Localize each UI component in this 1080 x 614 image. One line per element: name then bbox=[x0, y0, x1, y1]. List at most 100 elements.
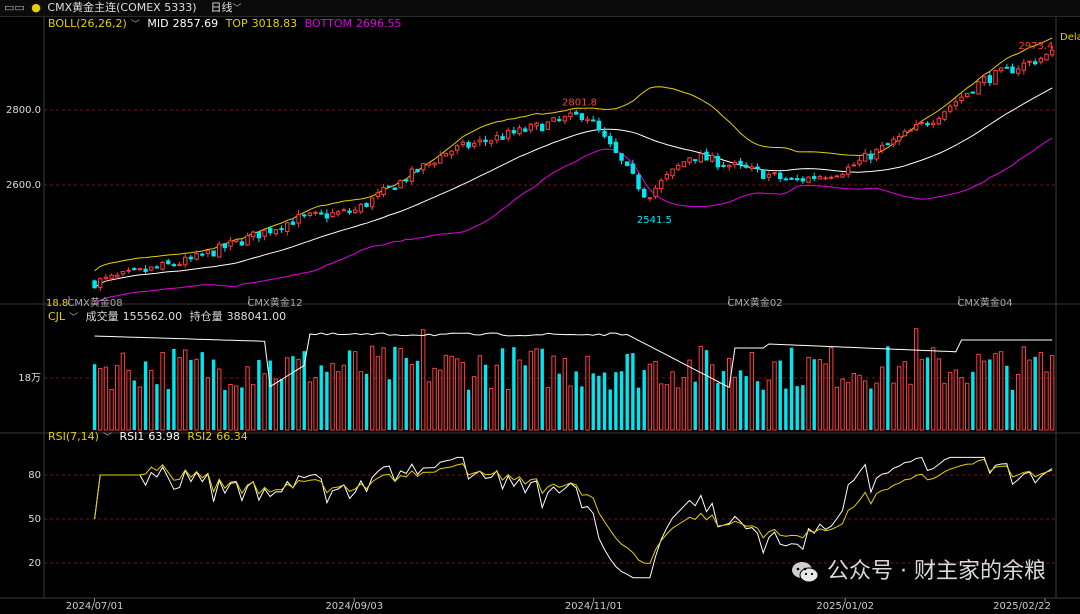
candle-body bbox=[987, 75, 993, 84]
chevron-down-icon[interactable]: ﹀ bbox=[131, 20, 140, 30]
candle bbox=[545, 121, 551, 131]
candle bbox=[681, 161, 687, 168]
candle-body bbox=[976, 81, 981, 95]
volume-bar bbox=[806, 356, 811, 431]
volume-bar bbox=[364, 373, 369, 430]
candle-body bbox=[443, 152, 449, 157]
candle bbox=[1021, 58, 1027, 75]
volume-header: CJL ﹀ 成交量 155562.00 持仓量 388041.00 bbox=[48, 310, 290, 324]
candle-body bbox=[981, 76, 987, 84]
volume-bar bbox=[789, 347, 794, 430]
volume-bar bbox=[313, 377, 318, 431]
candle-body bbox=[234, 239, 239, 243]
chevron-down-icon[interactable]: ﹀ bbox=[103, 433, 112, 443]
candle-body bbox=[930, 122, 936, 126]
period-selector[interactable]: 日线 bbox=[211, 1, 233, 14]
candle-body bbox=[970, 91, 976, 94]
volume-bar bbox=[959, 377, 964, 431]
candle bbox=[302, 213, 307, 219]
candle bbox=[245, 232, 250, 247]
volume-bar bbox=[545, 387, 551, 431]
candle-body bbox=[721, 165, 726, 168]
top-value: 3018.83 bbox=[251, 17, 298, 30]
date-label: 2025/01/02 bbox=[816, 601, 874, 612]
date-label: 2024/07/01 bbox=[66, 601, 124, 612]
volume-bar bbox=[947, 372, 953, 431]
bottom-label: BOTTOM bbox=[304, 17, 352, 30]
volume-bar bbox=[1049, 354, 1055, 431]
volume-bar bbox=[574, 371, 578, 430]
candle bbox=[726, 164, 732, 171]
volume-bar bbox=[761, 389, 765, 430]
candle-body bbox=[449, 150, 454, 156]
candle-body bbox=[664, 174, 670, 180]
candle-body bbox=[251, 231, 256, 238]
volume-bar bbox=[426, 381, 432, 431]
volume-bar bbox=[341, 364, 347, 431]
volume-bar bbox=[817, 358, 823, 431]
volume-bar bbox=[1005, 365, 1009, 430]
rsi-header: RSI(7,14) ﹀ RSI1 63.98 RSI2 66.34 bbox=[48, 430, 252, 444]
candle bbox=[432, 161, 437, 168]
volume-bar bbox=[160, 352, 165, 431]
volume-bar bbox=[642, 370, 646, 430]
volume-bar bbox=[387, 379, 391, 430]
candle-body bbox=[120, 271, 126, 275]
volume-bar bbox=[602, 372, 607, 430]
candle bbox=[336, 209, 341, 217]
volume-bar bbox=[540, 348, 544, 430]
volume-bar bbox=[336, 371, 341, 431]
rsi-indicator-name[interactable]: RSI(7,14) bbox=[48, 430, 99, 443]
volume-bar bbox=[534, 348, 539, 431]
candle-body bbox=[330, 212, 335, 218]
candle-body bbox=[149, 266, 154, 271]
candle-body bbox=[845, 166, 851, 175]
candle bbox=[834, 174, 840, 178]
candle bbox=[115, 272, 120, 280]
instrument-title[interactable]: CMX黄金主连(COMEX 5333) bbox=[47, 1, 196, 14]
candle-body bbox=[562, 116, 568, 122]
cjl-indicator-name[interactable]: CJL bbox=[48, 310, 65, 323]
chevron-down-icon[interactable]: ﹀ bbox=[69, 313, 78, 323]
candle bbox=[636, 172, 641, 192]
candle bbox=[489, 139, 494, 148]
candle-body bbox=[942, 111, 947, 120]
candle-body bbox=[1044, 53, 1049, 61]
candle bbox=[511, 126, 517, 136]
volume-bar bbox=[1044, 371, 1049, 431]
candle bbox=[483, 135, 488, 146]
candle-body bbox=[998, 67, 1004, 72]
boll-indicator-name[interactable]: BOLL(26,26,2) bbox=[48, 17, 127, 30]
candle-body bbox=[375, 192, 381, 197]
candle-body bbox=[143, 268, 148, 272]
window-icon[interactable]: ▭▭ bbox=[4, 1, 25, 14]
volume-label: 成交量 bbox=[85, 310, 119, 323]
candle bbox=[370, 197, 375, 211]
edge-label: Dela bbox=[1060, 32, 1080, 43]
volume-bar bbox=[115, 365, 120, 431]
candle-body bbox=[879, 144, 885, 151]
volume-bar bbox=[245, 366, 250, 431]
candle bbox=[392, 187, 398, 191]
candle bbox=[1032, 58, 1038, 66]
volume-bar bbox=[325, 371, 329, 430]
volume-bar bbox=[676, 387, 681, 431]
candle bbox=[574, 109, 579, 115]
candle-body bbox=[806, 176, 811, 183]
candle-body bbox=[511, 130, 517, 134]
candle-body bbox=[92, 280, 97, 289]
candle bbox=[517, 124, 522, 136]
volume-bar bbox=[869, 388, 873, 430]
volume-bar bbox=[1027, 359, 1032, 431]
candle-body bbox=[868, 153, 874, 160]
candle-body bbox=[698, 153, 704, 163]
chevron-down-icon[interactable]: ﹀ bbox=[233, 4, 242, 14]
volume-bar bbox=[251, 384, 256, 431]
candle-body bbox=[568, 112, 573, 118]
candle bbox=[313, 210, 318, 216]
volume-bar bbox=[409, 363, 415, 431]
candle-body bbox=[613, 141, 619, 153]
candle-body bbox=[285, 222, 290, 232]
boll-header: BOLL(26,26,2) ﹀ MID 2857.69 TOP 3018.83 BOT… bbox=[48, 17, 406, 31]
candle bbox=[353, 206, 358, 215]
